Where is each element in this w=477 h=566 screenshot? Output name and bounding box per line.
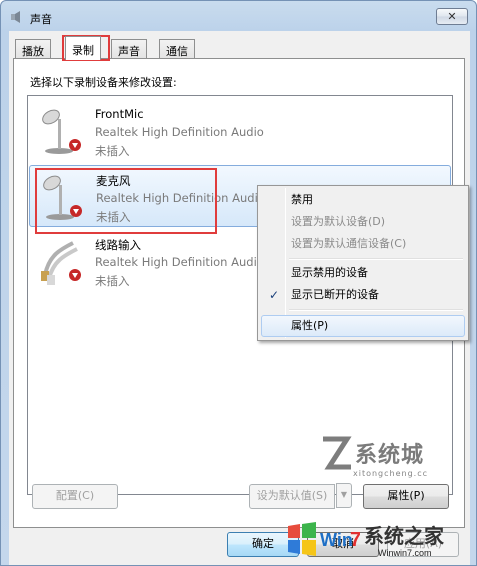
watermark-url: Winwin7.com <box>378 548 432 558</box>
watermark-text: 系统城 <box>355 442 425 468</box>
instruction-text: 选择以下录制设备来修改设置: <box>30 76 177 89</box>
menu-item-properties[interactable]: 属性(P) <box>261 315 465 337</box>
configure-button[interactable]: 配置(C) <box>32 484 118 509</box>
menu-item-show-disconnected[interactable]: ✓ 显示已断开的设备 <box>261 284 465 306</box>
tab-sounds[interactable]: 声音 <box>111 39 147 59</box>
watermark-xitongcheng: 系统城 xitongcheng.cc <box>319 431 469 487</box>
device-status: 未插入 <box>96 210 131 224</box>
device-row-frontmic[interactable]: FrontMic Realtek High Definition Audio 未… <box>29 100 451 162</box>
speaker-icon <box>11 11 20 23</box>
device-name: 线路输入 <box>95 238 141 252</box>
device-driver: Realtek High Definition Audio <box>96 191 265 205</box>
window-title: 声音 <box>30 13 52 26</box>
menu-item-label: 显示已断开的设备 <box>291 288 379 301</box>
microphone-icon <box>42 109 81 154</box>
menu-item-disable[interactable]: 禁用 <box>261 189 465 211</box>
device-driver: Realtek High Definition Audio <box>95 255 264 269</box>
context-menu: 禁用 设置为默认设备(D) 设置为默认通信设备(C) 显示禁用的设备 ✓ 显示已… <box>257 185 469 341</box>
windows-logo-icon: Win 7 <box>288 522 360 556</box>
check-icon: ✓ <box>269 288 280 302</box>
svg-text:Win: Win <box>320 530 353 550</box>
watermark-winwin7: Win 7 系统之家 Winwin7.com <box>286 516 476 566</box>
device-name: FrontMic <box>95 107 144 121</box>
device-driver: Realtek High Definition Audio <box>95 125 264 139</box>
watermark-url: xitongcheng.cc <box>353 469 429 478</box>
tab-playback[interactable]: 播放 <box>15 39 51 59</box>
device-status: 未插入 <box>95 274 130 288</box>
line-in-cable-icon <box>41 241 81 285</box>
menu-item-show-disabled[interactable]: 显示禁用的设备 <box>261 262 465 284</box>
properties-button[interactable]: 属性(P) <box>363 484 449 509</box>
title-bar[interactable]: 声音 ✕ <box>1 1 476 31</box>
close-button[interactable]: ✕ <box>436 8 468 25</box>
xitongcheng-logo-icon <box>323 436 352 470</box>
menu-separator <box>289 258 463 260</box>
menu-item-set-default[interactable]: 设置为默认设备(D) <box>261 211 465 233</box>
watermark-text: 系统之家 <box>364 524 444 548</box>
microphone-icon <box>43 175 82 220</box>
sound-dialog-window: 声音 ✕ 播放 录制 声音 通信 选择以下录制设备来修改设置: FrontMic <box>0 0 477 566</box>
set-default-button[interactable]: 设为默认值(S) <box>249 484 335 509</box>
tab-communications[interactable]: 通信 <box>159 39 195 59</box>
menu-separator <box>289 309 463 311</box>
svg-text:7: 7 <box>350 529 360 551</box>
device-status: 未插入 <box>95 144 130 158</box>
menu-item-set-default-comm[interactable]: 设置为默认通信设备(C) <box>261 233 465 255</box>
device-name: 麦克风 <box>96 174 131 188</box>
tab-recording[interactable]: 录制 <box>65 36 101 60</box>
